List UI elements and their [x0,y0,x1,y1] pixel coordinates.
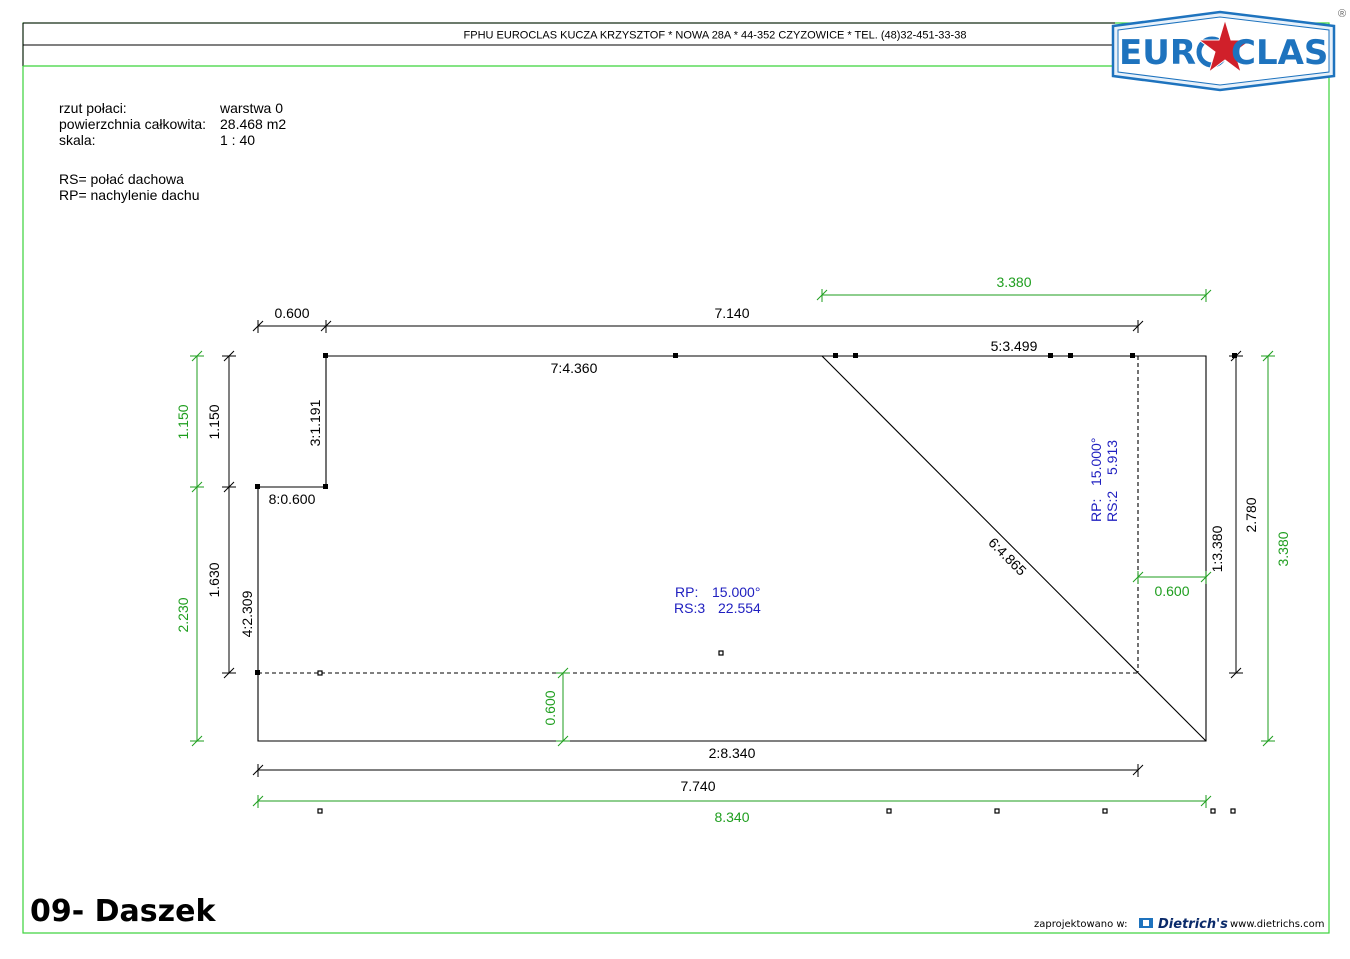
area-rs-label: RS:3 [674,600,705,616]
info-block: rzut połaci: warstwa 0 powierzchnia całk… [59,100,286,203]
dim-left-upper: 1.150 [206,404,222,439]
segment-label-3: 3:1.191 [307,399,323,446]
logo-text-right: CLAS [1231,33,1328,73]
segment-label-5: 5:3.499 [991,338,1038,354]
segment-label-4: 4:2.309 [239,590,255,637]
registered-mark: ® [1338,8,1346,20]
sheet-frame [22,22,1330,934]
company-header: FPHU EUROCLAS KUCZA KRZYSZTOF * NOWA 28A… [464,30,967,42]
green-dimension-lines [190,289,1275,808]
dim-top-left: 0.600 [274,305,309,321]
dim-green-inner-right: 0.600 [1154,583,1189,599]
info-label: rzut połaci: [59,100,127,116]
dim-green-right: 3.380 [1275,531,1291,566]
open-markers [317,650,1236,814]
area-rs-label: RS:2 [1104,491,1120,522]
designed-with-label: zaprojektowano w: [1034,919,1127,930]
black-dimension-lines [222,320,1243,777]
area-rp-label: RP: [1088,499,1104,522]
logo-text-left: EUR [1119,33,1196,73]
dim-right-inner: 2.780 [1243,497,1259,532]
euroclas-logo: EUR CLAS [1111,10,1336,92]
drawing-title: 09- Daszek [30,894,216,929]
drawing-sheet: FPHU EUROCLAS KUCZA KRZYSZTOF * NOWA 28A… [22,8,1346,934]
area-rp-label: RP: [675,584,698,600]
segment-label-1: 1:3.380 [1209,525,1225,572]
segment-label-6: 6:4.865 [985,534,1029,578]
area-rp-value: 15.000° [712,584,760,600]
legend-line: RS= połać dachowa [59,171,184,187]
dim-top-main: 7.140 [714,305,749,321]
info-value: 28.468 m2 [220,116,286,132]
dim-left-lower: 1.630 [206,562,222,597]
area-rs-value: 5.913 [1104,440,1120,475]
dim-green-bottom-total: 8.340 [714,809,749,825]
segment-label-7: 7:4.360 [551,360,598,376]
area-rs-value: 22.554 [718,600,761,616]
area-rp-value: 15.000° [1088,438,1104,486]
dim-green-inner-bottom: 0.600 [542,690,558,725]
roof-outline [257,355,1207,742]
software-name: Dietrich's [1158,917,1228,932]
info-label: powierzchnia całkowita: [59,116,206,132]
dim-green-left-upper: 1.150 [175,404,191,439]
segment-label-8: 8:0.600 [269,491,316,507]
segment-label-2: 2:8.340 [709,745,756,761]
dim-bottom: 7.740 [680,778,715,794]
website-link[interactable]: www.dietrichs.com [1230,919,1324,930]
dim-green-top-right: 3.380 [996,274,1031,290]
dietrichs-logo-icon [1139,918,1153,928]
legend-line: RP= nachylenie dachu [59,187,200,203]
info-label: skala: [59,132,96,148]
info-value: 1 : 40 [220,132,255,148]
info-value: warstwa 0 [219,100,283,116]
dim-green-left-lower: 2.230 [175,597,191,632]
